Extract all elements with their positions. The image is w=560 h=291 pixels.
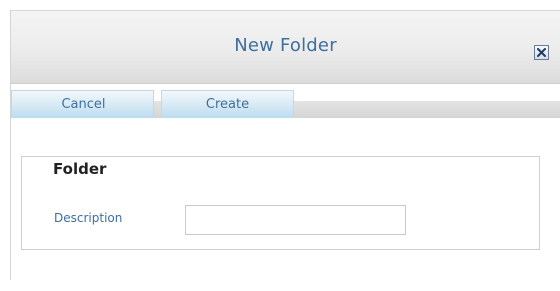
cancel-button[interactable]: Cancel: [11, 90, 154, 118]
dialog-titlebar: New Folder: [11, 11, 560, 84]
close-icon: [537, 48, 546, 57]
description-label: Description: [54, 211, 123, 225]
folder-group-legend: Folder: [43, 160, 117, 178]
create-button[interactable]: Create: [161, 90, 294, 118]
close-button[interactable]: [534, 45, 549, 60]
dialog-toolbar: Cancel Create: [11, 84, 560, 118]
description-input[interactable]: [185, 205, 406, 235]
dialog-title: New Folder: [234, 35, 337, 56]
